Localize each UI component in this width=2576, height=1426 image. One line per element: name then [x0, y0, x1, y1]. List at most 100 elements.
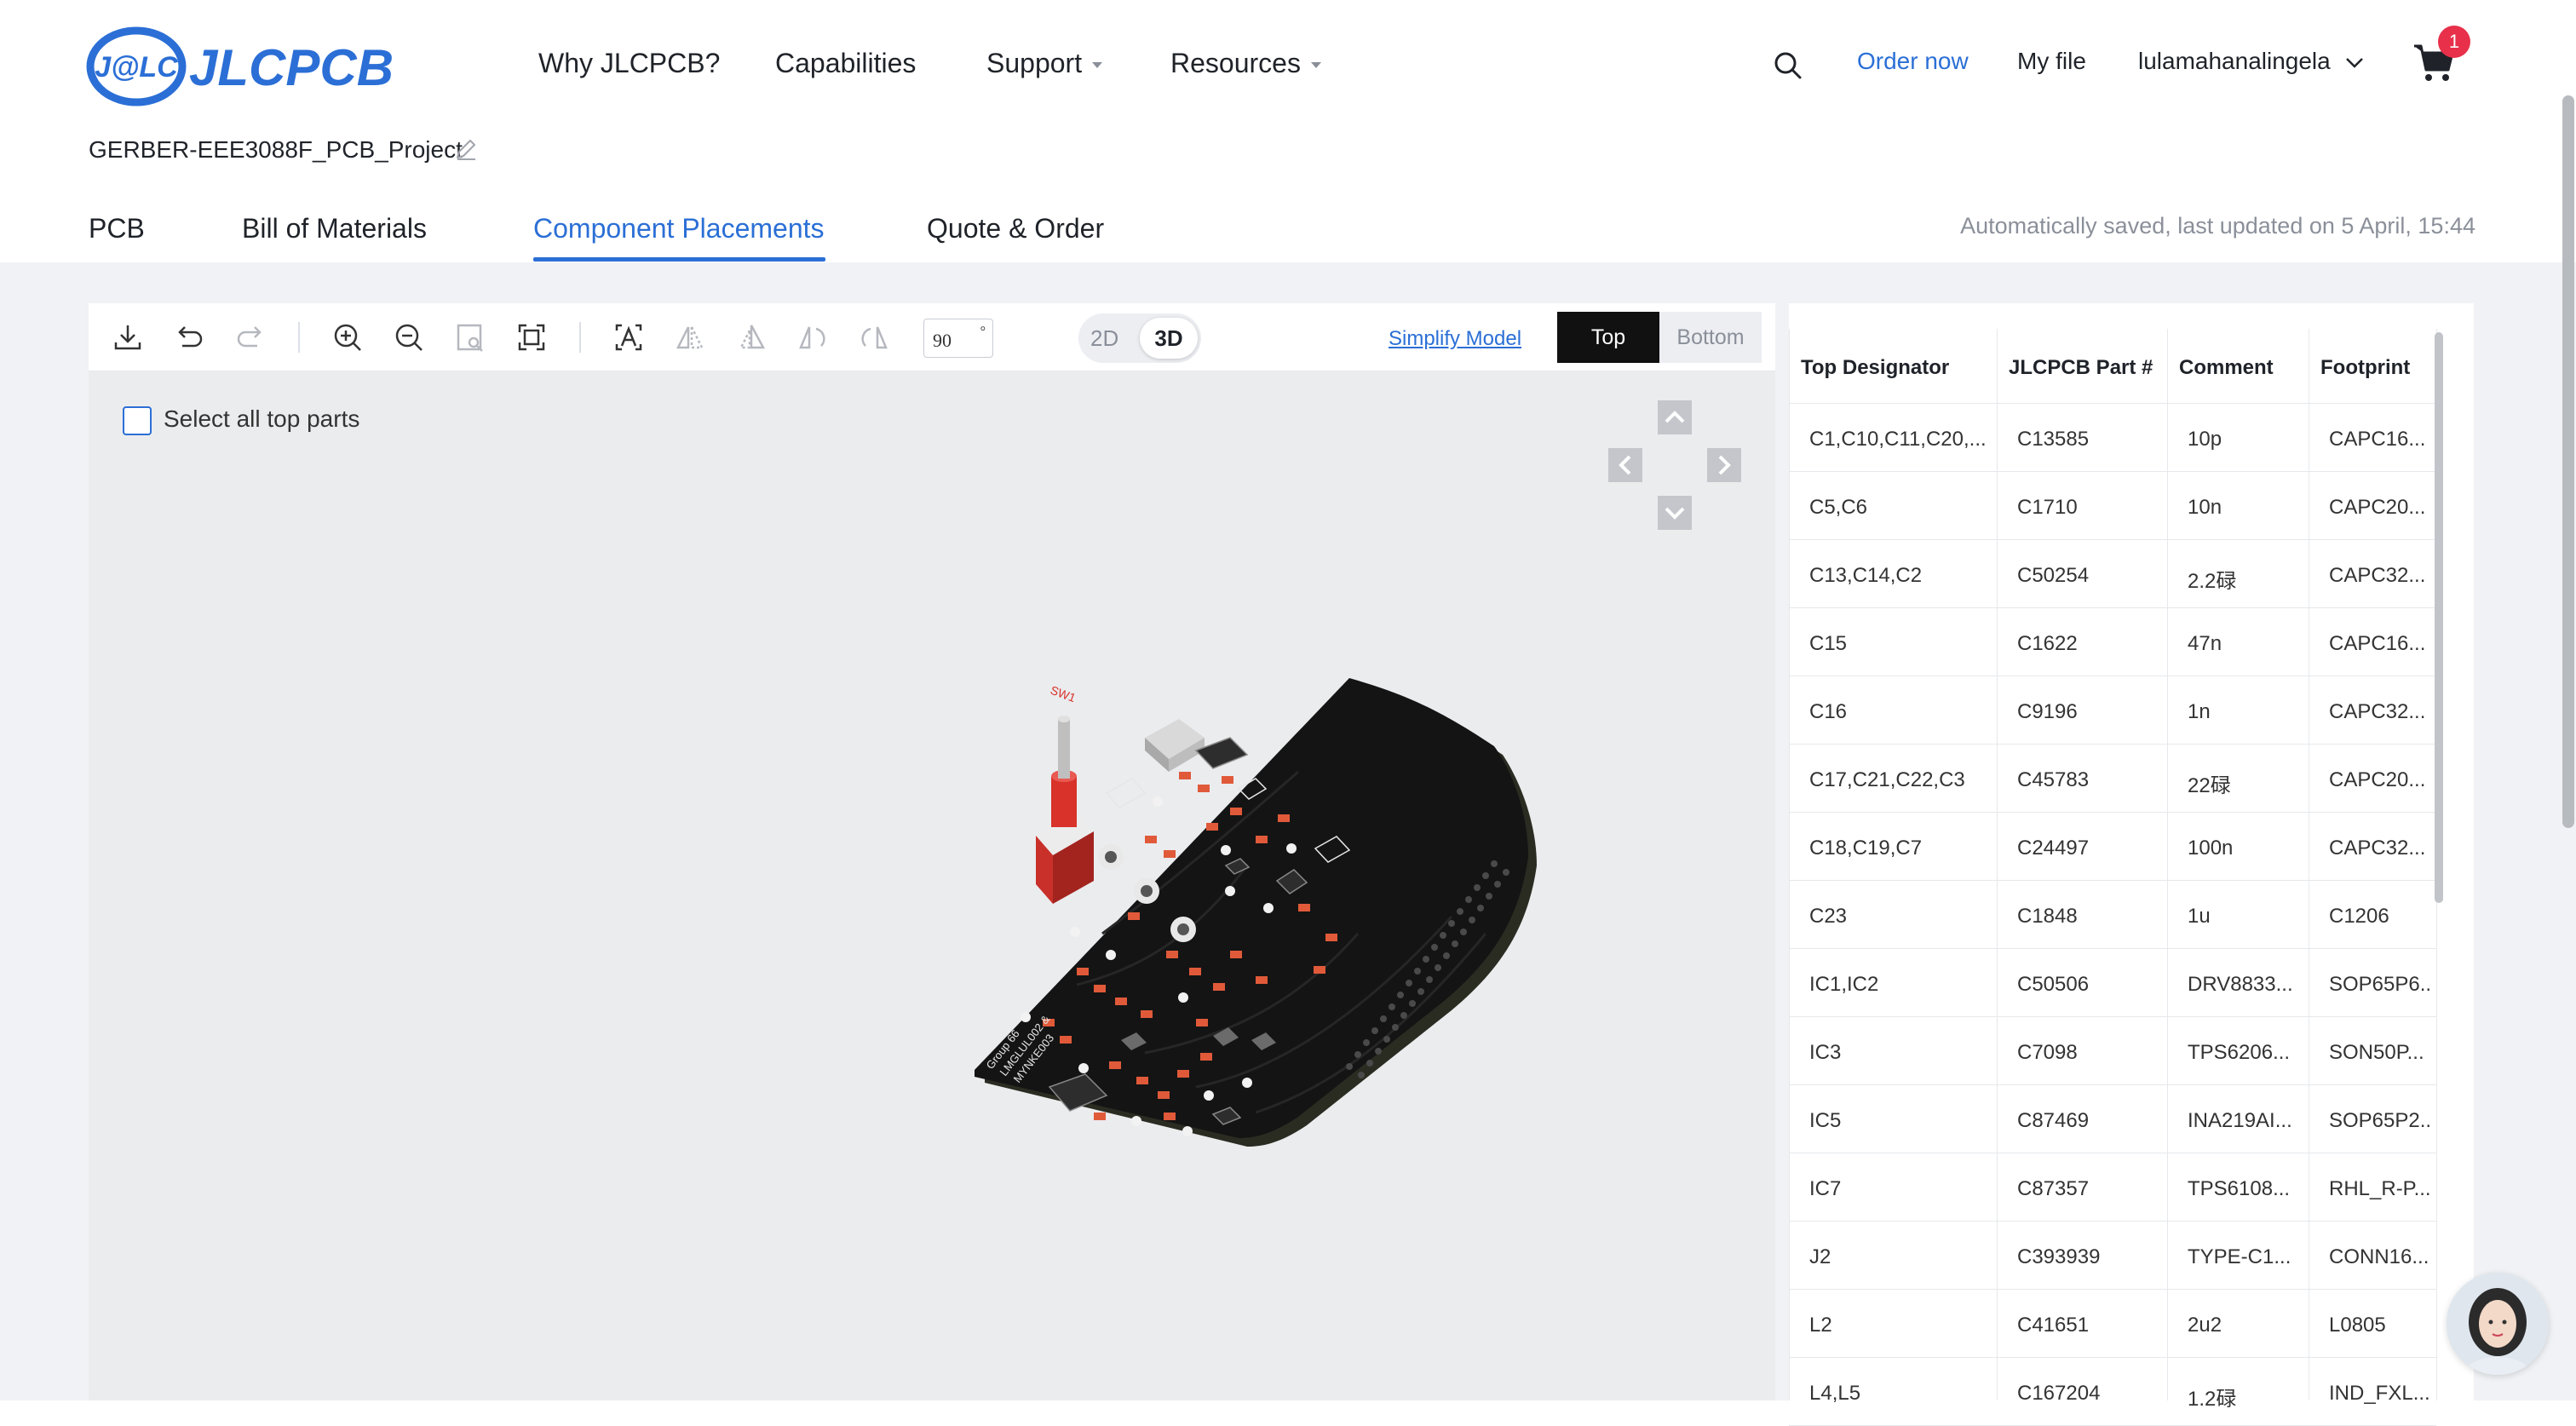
nav-resources[interactable]: Resources — [1170, 48, 1321, 79]
toggle-switch: SW1 — [1036, 683, 1094, 904]
footprint-cell: L0805 — [2329, 1314, 2386, 1337]
username: lulamahanalingela — [2138, 48, 2331, 74]
footprint-cell: CAPC20... — [2329, 496, 2426, 519]
part-number-cell: C1622 — [2017, 632, 2078, 655]
part-number-cell: C1848 — [2017, 905, 2078, 928]
3d-canvas[interactable]: Select all top parts SW1 Group 66 LMGLUL… — [89, 371, 1775, 1400]
text-icon[interactable] — [612, 320, 646, 354]
table-row[interactable]: IC7 C87357 TPS6108... RHL_R-P... — [1789, 1153, 2436, 1222]
download-icon[interactable] — [111, 320, 145, 354]
footprint-cell: RHL_R-P... — [2329, 1177, 2431, 1200]
zoom-out-icon[interactable] — [392, 320, 426, 354]
undo-icon[interactable] — [172, 320, 206, 354]
comment-cell: 100n — [2188, 837, 2234, 860]
table-row[interactable]: IC1,IC2 C50506 DRV8833... SOP65P6... — [1789, 949, 2436, 1017]
table-row[interactable]: IC5 C87469 INA219AI... SOP65P2... — [1789, 1085, 2436, 1153]
fit-view-icon[interactable] — [515, 320, 549, 354]
nav-capabilities[interactable]: Capabilities — [775, 48, 916, 79]
table-row[interactable]: C1,C10,C11,C20,... C13585 10p CAPC16... — [1789, 404, 2436, 472]
designator-cell: IC3 — [1809, 1041, 1842, 1064]
table-row[interactable]: L4,L5 C167204 1.2碌 IND_FXL... — [1789, 1358, 2436, 1426]
comment-cell: TPS6206... — [2188, 1041, 2291, 1064]
pan-left-icon[interactable] — [1608, 448, 1642, 482]
part-number-cell: C7098 — [2017, 1041, 2078, 1064]
site-header: J@LC JLCPCB Why JLCPCB? Capabilities Sup… — [0, 0, 2576, 264]
footprint-cell: CAPC16... — [2329, 428, 2426, 451]
part-number-cell: C24497 — [2017, 837, 2090, 860]
rotation-angle-value: 90 — [933, 330, 952, 351]
table-row[interactable]: L2 C41651 2u2 L0805 — [1789, 1290, 2436, 1358]
designator-cell: L4,L5 — [1809, 1382, 1861, 1405]
support-chat-avatar[interactable] — [2447, 1273, 2549, 1375]
comment-cell: 22碌 — [2188, 774, 2231, 797]
footprint-cell: CAPC32... — [2329, 700, 2426, 723]
col-top-designator[interactable]: Top Designator — [1801, 356, 1949, 380]
user-menu[interactable]: lulamahanalingela — [2138, 48, 2365, 82]
page-scrollbar[interactable] — [2562, 95, 2574, 828]
part-number-cell: C9196 — [2017, 700, 2078, 723]
footprint-cell: CAPC16... — [2329, 632, 2426, 655]
part-number-cell: C50506 — [2017, 973, 2090, 996]
table-row[interactable]: C5,C6 C1710 10n CAPC20... — [1789, 472, 2436, 540]
order-now-link[interactable]: Order now — [1857, 48, 1969, 82]
comment-cell: DRV8833... — [2188, 973, 2293, 996]
table-row[interactable]: C23 C1848 1u C1206 — [1789, 881, 2436, 949]
designator-cell: C16 — [1809, 700, 1848, 723]
side-bottom-button[interactable]: Bottom — [1659, 312, 1762, 363]
pcb-3d-model[interactable]: SW1 Group 66 LMGLUL002 & MYNKE003 — [975, 610, 1809, 1257]
designator-cell: C13,C14,C2 — [1809, 564, 1923, 587]
placement-parts-table: Top Designator JLCPCB Part # Comment Foo… — [1789, 303, 2474, 1426]
rotation-angle-input[interactable]: 90 ° — [923, 319, 993, 358]
simplify-model-link[interactable]: Simplify Model — [1389, 327, 1521, 351]
table-row[interactable]: C16 C9196 1n CAPC32... — [1789, 676, 2436, 745]
designator-cell: C23 — [1809, 905, 1848, 928]
view-2d-button[interactable]: 2D — [1090, 325, 1118, 352]
part-number-cell: C87357 — [2017, 1177, 2090, 1200]
table-row[interactable]: C13,C14,C2 C50254 2.2碌 CAPC32... — [1789, 540, 2436, 608]
nav-support[interactable]: Support — [986, 48, 1103, 79]
mirror-horizontal-icon[interactable] — [673, 320, 707, 354]
side-top-button[interactable]: Top — [1557, 312, 1659, 363]
rotate-left-icon[interactable] — [796, 320, 830, 354]
footprint-cell: IND_FXL... — [2329, 1382, 2430, 1405]
table-scrollbar[interactable] — [2435, 332, 2443, 903]
tab-bill-of-materials[interactable]: Bill of Materials — [242, 213, 427, 244]
comment-cell: 2.2碌 — [2188, 570, 2237, 593]
search-icon[interactable] — [1774, 51, 1803, 80]
autosave-status: Automatically saved, last updated on 5 A… — [1960, 213, 2475, 239]
nav-why-jlcpcb[interactable]: Why JLCPCB? — [538, 48, 720, 79]
chevron-down-icon — [2345, 57, 2363, 68]
zoom-area-icon[interactable] — [453, 320, 487, 354]
redo-icon[interactable] — [233, 320, 267, 354]
table-row[interactable]: C18,C19,C7 C24497 100n CAPC32... — [1789, 813, 2436, 881]
rotate-right-icon[interactable] — [857, 320, 891, 354]
col-comment[interactable]: Comment — [2179, 356, 2274, 380]
placement-viewer: 90 ° 2D 3D Simplify Model Top Bottom Sel… — [89, 303, 1775, 1400]
tab-quote-order[interactable]: Quote & Order — [927, 213, 1104, 244]
part-number-cell: C50254 — [2017, 564, 2090, 587]
my-file-link[interactable]: My file — [2017, 48, 2086, 82]
viewer-toolbar: 90 ° 2D 3D Simplify Model Top Bottom — [89, 303, 1775, 371]
pan-down-icon[interactable] — [1658, 496, 1692, 530]
tab-pcb[interactable]: PCB — [89, 213, 145, 244]
table-row[interactable]: C17,C21,C22,C3 C45783 22碌 CAPC20... — [1789, 745, 2436, 813]
pan-right-icon[interactable] — [1707, 448, 1741, 482]
pan-up-icon[interactable] — [1658, 400, 1692, 434]
logo-mark: J@LC — [95, 51, 178, 83]
designator-cell: C15 — [1809, 632, 1848, 655]
col-footprint[interactable]: Footprint — [2320, 356, 2410, 380]
jlcpcb-logo[interactable]: J@LC JLCPCB — [85, 24, 434, 109]
table-header: Top Designator JLCPCB Part # Comment Foo… — [1789, 329, 2436, 404]
edit-icon[interactable] — [453, 136, 479, 162]
table-row[interactable]: C15 C1622 47n CAPC16... — [1789, 608, 2436, 676]
select-all-top-parts[interactable]: Select all top parts — [123, 405, 359, 440]
mirror-vertical-icon[interactable] — [734, 320, 768, 354]
table-row[interactable]: IC3 C7098 TPS6206... SON50P... — [1789, 1017, 2436, 1085]
zoom-in-icon[interactable] — [331, 320, 365, 354]
rotation-unit: ° — [980, 325, 986, 339]
table-row[interactable]: J2 C393939 TYPE-C1... CONN16... — [1789, 1222, 2436, 1290]
view-3d-button[interactable]: 3D — [1140, 318, 1198, 359]
select-all-checkbox[interactable] — [123, 405, 152, 435]
tab-component-placements[interactable]: Component Placements — [533, 213, 825, 244]
col-jlcpcb-part[interactable]: JLCPCB Part # — [2009, 356, 2153, 380]
